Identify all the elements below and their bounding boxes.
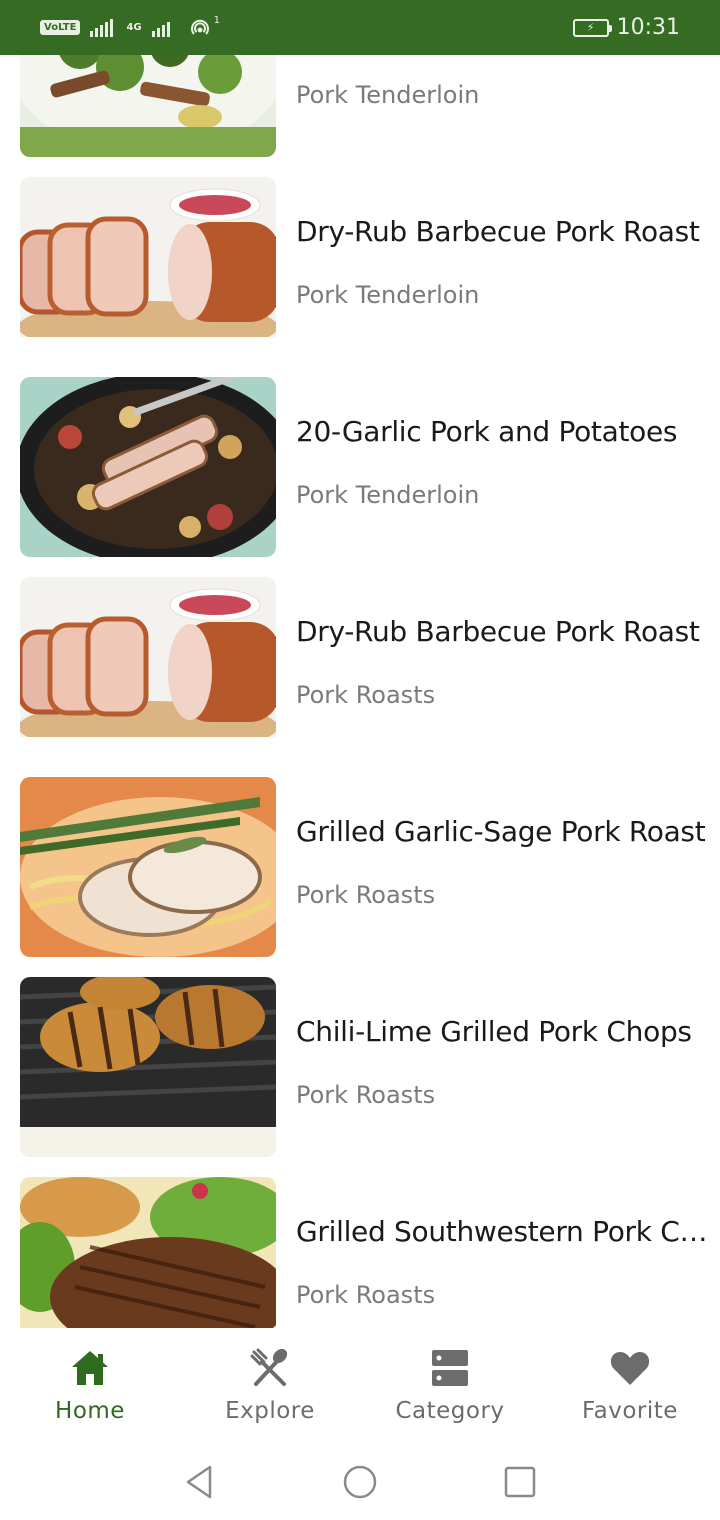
battery-icon: ⚡ bbox=[572, 18, 612, 37]
recipe-category: Pork Roasts bbox=[296, 681, 436, 709]
recipe-card[interactable]: Dry-Rub Barbecue Pork Roast Pork Tenderlo… bbox=[0, 177, 720, 377]
recipe-title: Dry-Rub Barbecue Pork Roast bbox=[296, 615, 700, 648]
home-circle-icon[interactable] bbox=[340, 1462, 380, 1502]
recipe-image bbox=[20, 777, 276, 957]
recipe-title: Grilled Garlic-Sage Pork Roast bbox=[296, 815, 706, 848]
nav-home-label: Home bbox=[55, 1398, 125, 1424]
signal-icon bbox=[90, 18, 114, 37]
nav-explore[interactable]: Explore bbox=[180, 1346, 360, 1424]
recipe-list-inner: Pork Tenderloin Dry-Rub Barbecue Pork Ro… bbox=[0, 55, 720, 1328]
hotspot-count: 1 bbox=[213, 15, 220, 26]
recipe-card[interactable]: Grilled Southwestern Pork Chops Pork Roas… bbox=[0, 1177, 720, 1328]
recipe-card[interactable]: Pork Tenderloin bbox=[0, 55, 720, 177]
signal-icon-2 bbox=[151, 21, 170, 37]
recipe-title: Chili-Lime Grilled Pork Chops bbox=[296, 1015, 692, 1048]
nav-home[interactable]: Home bbox=[0, 1346, 180, 1424]
recipe-card[interactable]: Chili-Lime Grilled Pork Chops Pork Roasts bbox=[0, 977, 720, 1177]
volte-badge: VoLTE bbox=[40, 20, 81, 35]
recipe-card[interactable]: Dry-Rub Barbecue Pork Roast Pork Roasts bbox=[0, 577, 720, 777]
network-type-label: 4G bbox=[126, 21, 142, 33]
bottom-nav: Home Explore Category Favorite bbox=[0, 1328, 720, 1443]
hotspot-icon bbox=[190, 19, 209, 35]
recipe-image bbox=[20, 55, 276, 157]
recipe-card[interactable]: Grilled Garlic-Sage Pork Roast Pork Roast… bbox=[0, 777, 720, 977]
recipe-category: Pork Tenderloin bbox=[296, 481, 480, 509]
recipe-category: Pork Tenderloin bbox=[296, 81, 480, 109]
home-icon bbox=[72, 1351, 108, 1385]
status-left: VoLTE 4G 1 bbox=[40, 15, 220, 40]
recipe-image bbox=[20, 977, 276, 1157]
nav-favorite-label: Favorite bbox=[582, 1398, 678, 1424]
nav-favorite[interactable]: Favorite bbox=[540, 1346, 720, 1424]
recipe-image bbox=[20, 577, 276, 757]
recipe-image bbox=[20, 177, 276, 357]
recipe-title: Grilled Southwestern Pork Chops bbox=[296, 1215, 716, 1248]
system-nav-bar bbox=[0, 1443, 720, 1520]
recents-icon[interactable] bbox=[500, 1462, 540, 1502]
nav-explore-label: Explore bbox=[225, 1398, 315, 1424]
back-icon[interactable] bbox=[180, 1462, 220, 1502]
recipe-list[interactable]: Pork Tenderloin Dry-Rub Barbecue Pork Ro… bbox=[0, 55, 720, 1328]
recipe-title: 20-Garlic Pork and Potatoes bbox=[296, 415, 678, 448]
utensils-icon bbox=[250, 1348, 288, 1386]
status-bar: VoLTE 4G 1 ⚡ 10:31 bbox=[0, 0, 720, 55]
recipe-category: Pork Roasts bbox=[296, 1281, 436, 1309]
recipe-card[interactable]: 20-Garlic Pork and Potatoes Pork Tenderlo… bbox=[0, 377, 720, 577]
recipe-title: Dry-Rub Barbecue Pork Roast bbox=[296, 215, 700, 248]
recipe-image bbox=[20, 1177, 276, 1328]
recipe-image bbox=[20, 377, 276, 557]
status-right: ⚡ 10:31 bbox=[572, 15, 680, 40]
status-time: 10:31 bbox=[616, 15, 680, 40]
category-icon bbox=[432, 1350, 468, 1386]
recipe-category: Pork Roasts bbox=[296, 881, 436, 909]
recipe-category: Pork Tenderloin bbox=[296, 281, 480, 309]
nav-category-label: Category bbox=[395, 1398, 505, 1424]
heart-icon bbox=[610, 1352, 650, 1385]
nav-category[interactable]: Category bbox=[360, 1346, 540, 1424]
recipe-category: Pork Roasts bbox=[296, 1081, 436, 1109]
